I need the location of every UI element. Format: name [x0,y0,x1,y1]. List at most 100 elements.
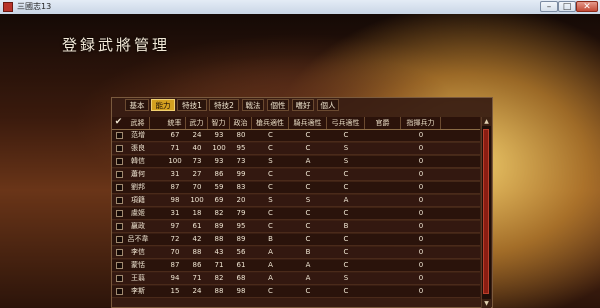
cell-bow-aptitude: C [343,170,349,178]
cell-intelligence: 88 [214,287,224,295]
column-intelligence[interactable]: 智力 [208,117,230,129]
tab-ability[interactable]: 能力 [151,99,175,111]
column-rank[interactable]: 官爵 [365,117,401,129]
cell-officer-name: 呂不韋 [127,235,149,243]
cell-spear-aptitude: S [268,196,273,204]
cell-cavalry-aptitude: A [305,274,311,282]
cell-bow-aptitude: C [343,131,349,139]
cell-bow-aptitude: B [343,222,349,230]
table-row[interactable]: 王翦 94 71 82 68 A A S 0 [112,273,480,285]
row-checkbox[interactable] [116,249,123,256]
row-checkbox[interactable] [116,184,123,191]
tab-skill-2[interactable]: 特技2 [209,99,239,111]
table-row[interactable]: 范增 67 24 93 80 C C C 0 [112,130,480,142]
tab-preference[interactable]: 嗜好 [292,99,314,111]
cell-rank [365,169,401,180]
column-bow-aptitude[interactable]: 弓兵適性 [327,117,365,129]
cell-intelligence: 43 [214,248,224,256]
cell-politics: 68 [236,274,246,282]
cell-cavalry-aptitude: C [305,170,311,178]
window-titlebar: 三國志13 – □ ✕ [0,0,600,15]
cell-war: 40 [192,144,202,152]
table-row[interactable]: 項籍 98 100 69 20 S S A 0 [112,195,480,207]
column-troops[interactable]: 指揮兵力 [401,117,441,129]
column-war[interactable]: 武力 [186,117,208,129]
app-icon [3,2,13,12]
cell-politics: 73 [236,157,246,165]
tab-personal[interactable]: 個人 [317,99,339,111]
row-checkbox[interactable] [116,210,123,217]
cell-war: 73 [192,157,202,165]
table-row[interactable]: 劉邦 87 70 59 83 C C C 0 [112,182,480,194]
cell-war: 42 [192,235,202,243]
maximize-button[interactable]: □ [558,1,576,12]
cell-intelligence: 100 [212,144,226,152]
cell-politics: 80 [236,131,246,139]
cell-bow-aptitude: A [343,196,349,204]
table-row[interactable]: 李信 70 88 43 56 A B C 0 [112,247,480,259]
cell-politics: 95 [236,144,246,152]
cell-leadership: 67 [170,131,180,139]
cell-officer-name: 嬴政 [131,222,145,230]
cell-troops: 0 [418,144,424,152]
cell-leadership: 71 [170,144,180,152]
table-row[interactable]: 呂不韋 72 42 88 89 B C C 0 [112,234,480,246]
column-leadership[interactable]: 統率 [164,117,186,129]
tab-skill-1[interactable]: 特技1 [177,99,207,111]
cell-leadership: 100 [168,157,182,165]
cell-bow-aptitude: C [343,261,349,269]
cell-war: 27 [192,170,202,178]
cell-war: 100 [190,196,204,204]
cell-rank [365,221,401,232]
tab-tactics[interactable]: 戦法 [242,99,264,111]
table-row[interactable]: 蕭何 31 27 86 99 C C C 0 [112,169,480,181]
cell-intelligence: 93 [214,131,224,139]
scroll-up-arrow-icon[interactable]: ▲ [482,117,491,126]
row-checkbox[interactable] [116,132,123,139]
cell-cavalry-aptitude: C [305,235,311,243]
cell-intelligence: 59 [214,183,224,191]
cell-intelligence: 93 [214,157,224,165]
cell-troops: 0 [418,248,424,256]
row-checkbox[interactable] [116,158,123,165]
table-row[interactable]: 嬴政 97 61 89 95 C C B 0 [112,221,480,233]
close-button[interactable]: ✕ [576,1,598,12]
minimize-button[interactable]: – [540,1,558,12]
table-row[interactable]: 李斯 15 24 88 98 C C C 0 [112,286,480,298]
cell-troops: 0 [418,235,424,243]
cell-cavalry-aptitude: C [305,144,311,152]
column-cavalry-aptitude[interactable]: 騎兵適性 [289,117,327,129]
row-checkbox[interactable] [116,262,123,269]
table-row[interactable]: 虞姬 31 18 82 79 C C C 0 [112,208,480,220]
row-checkbox[interactable] [116,171,123,178]
cell-troops: 0 [418,196,424,204]
table-row[interactable]: 韓信 100 73 93 73 S A S 0 [112,156,480,168]
cell-intelligence: 69 [214,196,224,204]
cell-officer-name: 李斯 [131,287,145,295]
scroll-down-arrow-icon[interactable]: ▼ [482,299,491,308]
cell-war: 24 [192,131,202,139]
cell-leadership: 15 [170,287,180,295]
cell-rank [365,234,401,245]
cell-bow-aptitude: C [343,287,349,295]
table-row[interactable]: 蒙恬 87 86 71 61 A A C 0 [112,260,480,272]
column-politics[interactable]: 政治 [230,117,252,129]
table-row[interactable]: 張良 71 40 100 95 C C S 0 [112,143,480,155]
row-checkbox[interactable] [116,236,123,243]
cell-leadership: 97 [170,222,180,230]
row-checkbox[interactable] [116,223,123,230]
scrollbar[interactable]: ▲ ▼ [481,117,491,308]
row-checkbox[interactable] [116,275,123,282]
tab-personality[interactable]: 個性 [267,99,289,111]
column-spear-aptitude[interactable]: 槍兵適性 [252,117,289,129]
column-officer[interactable]: 武將 [126,117,150,129]
row-checkbox[interactable] [116,197,123,204]
cell-cavalry-aptitude: C [305,209,311,217]
tab-basic[interactable]: 基本 [125,99,149,111]
cell-rank [365,247,401,258]
row-checkbox[interactable] [116,288,123,295]
scroll-thumb[interactable] [483,129,489,294]
row-checkbox[interactable] [116,145,123,152]
select-all-check-icon[interactable]: ✔ [114,118,123,127]
cell-war: 70 [192,183,202,191]
